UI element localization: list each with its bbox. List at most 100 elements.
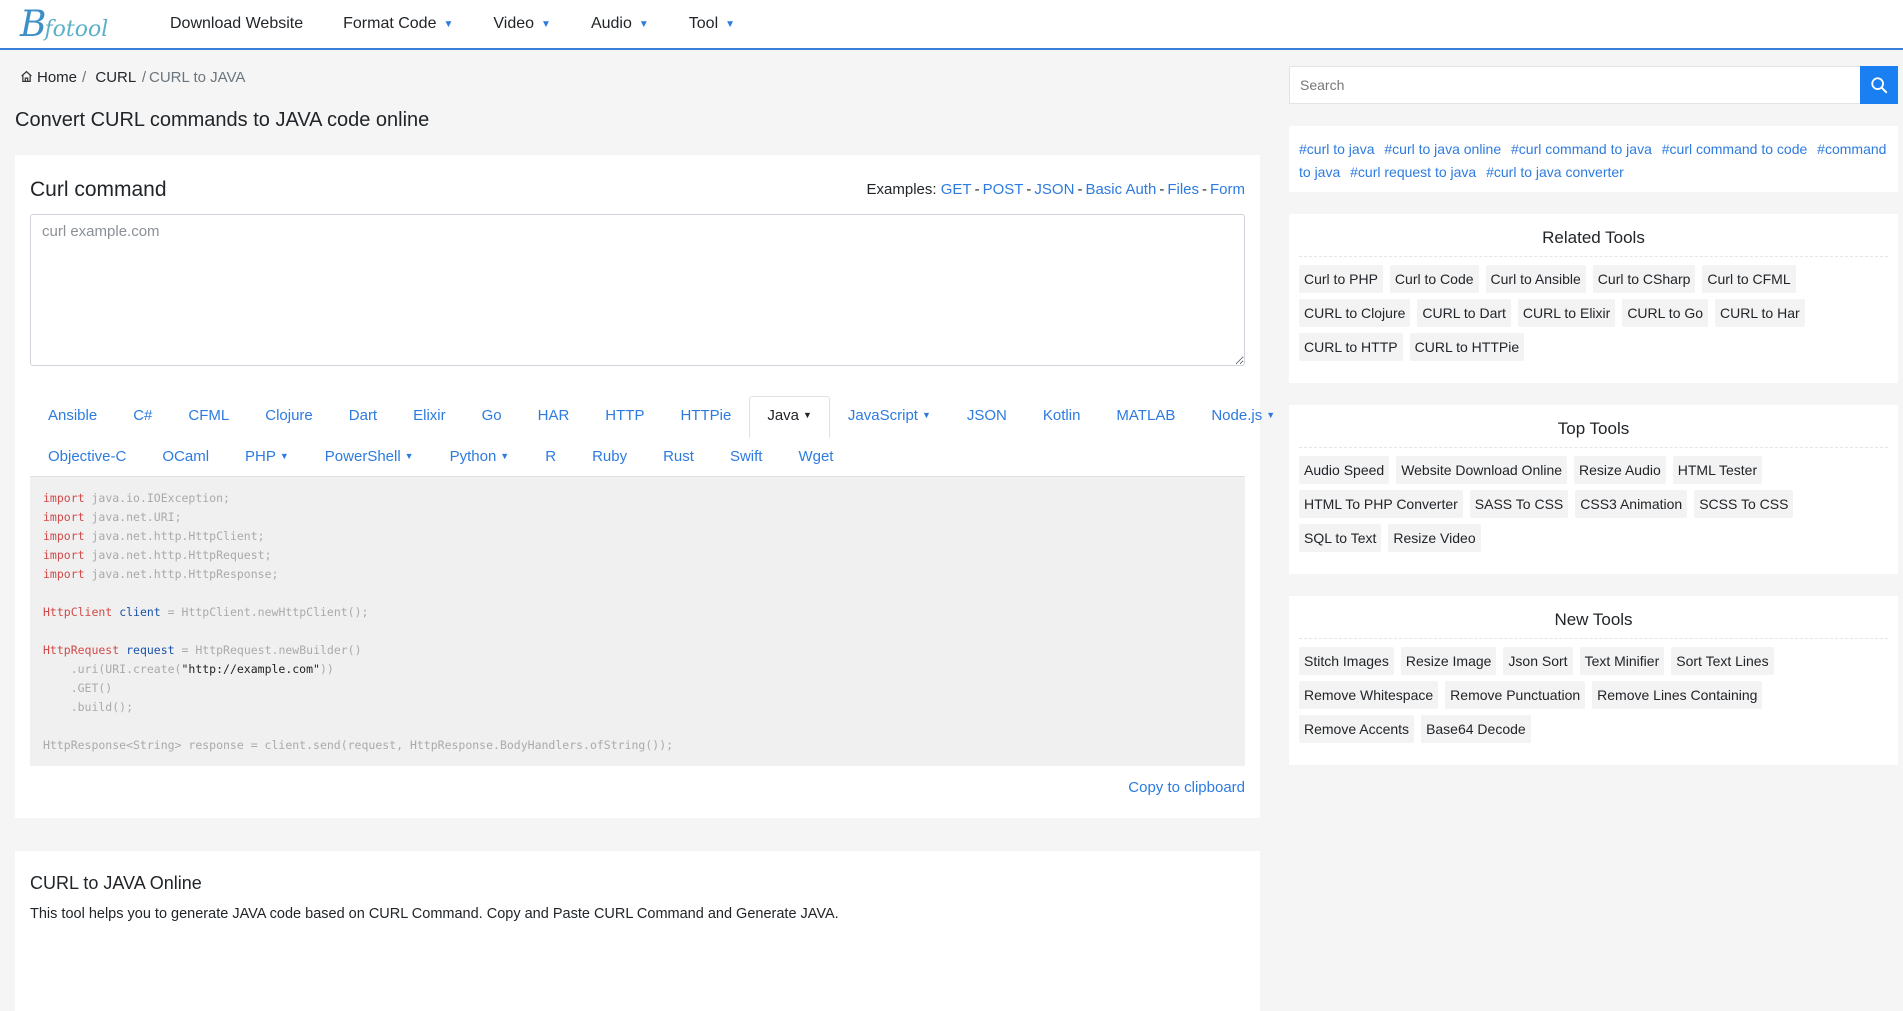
tag-link[interactable]: #curl to java converter bbox=[1486, 164, 1624, 180]
tool-chip-sass-to-css[interactable]: SASS To CSS bbox=[1469, 490, 1569, 518]
tab-python[interactable]: Python ▼ bbox=[432, 437, 528, 476]
tool-chip-curl-to-dart[interactable]: CURL to Dart bbox=[1417, 299, 1511, 327]
nav-item-tool[interactable]: Tool ▼ bbox=[689, 15, 735, 33]
tool-chip-remove-whitespace[interactable]: Remove Whitespace bbox=[1299, 681, 1439, 709]
nav-item-format-code[interactable]: Format Code ▼ bbox=[343, 15, 453, 33]
search-button[interactable] bbox=[1860, 66, 1898, 104]
tool-chip-curl-to-clojure[interactable]: CURL to Clojure bbox=[1299, 299, 1411, 327]
tab-objective-c[interactable]: Objective-C bbox=[30, 437, 144, 476]
tool-chip-resize-audio[interactable]: Resize Audio bbox=[1574, 456, 1666, 484]
tool-chip-json-sort[interactable]: Json Sort bbox=[1503, 647, 1573, 675]
examples-label: Examples: bbox=[866, 181, 937, 198]
tool-chip-css3-animation[interactable]: CSS3 Animation bbox=[1575, 490, 1688, 518]
tool-chip-curl-to-go[interactable]: CURL to Go bbox=[1622, 299, 1709, 327]
tool-chip-resize-video[interactable]: Resize Video bbox=[1388, 524, 1481, 552]
nav-item-audio[interactable]: Audio ▼ bbox=[591, 15, 649, 33]
tab-clojure[interactable]: Clojure bbox=[247, 396, 331, 437]
tab-ansible[interactable]: Ansible bbox=[30, 396, 115, 437]
tool-chip-curl-to-http[interactable]: CURL to HTTP bbox=[1299, 333, 1403, 361]
tab-cfml[interactable]: CFML bbox=[170, 396, 247, 437]
tab-label: Node.js bbox=[1211, 407, 1263, 424]
tab-elixir[interactable]: Elixir bbox=[395, 396, 464, 437]
tool-chip-sort-text-lines[interactable]: Sort Text Lines bbox=[1671, 647, 1774, 675]
breadcrumb-curl[interactable]: CURL bbox=[95, 69, 135, 86]
tag-link[interactable]: #curl command to code bbox=[1662, 141, 1808, 157]
tool-chip-curl-to-cfml[interactable]: Curl to CFML bbox=[1702, 265, 1796, 293]
tab-label: HTTP bbox=[605, 407, 645, 424]
search-input[interactable] bbox=[1289, 66, 1860, 104]
tool-chip-website-download-online[interactable]: Website Download Online bbox=[1396, 456, 1568, 484]
new-tools-title: New Tools bbox=[1299, 610, 1888, 639]
tab-har[interactable]: HAR bbox=[520, 396, 588, 437]
tab-javascript[interactable]: JavaScript ▼ bbox=[830, 396, 949, 437]
tab-label: Elixir bbox=[413, 407, 446, 424]
tab-r[interactable]: R bbox=[527, 437, 574, 476]
nav-menu: Download Website Format Code ▼ Video ▼ Audio ▼… bbox=[170, 15, 775, 33]
tag-link[interactable]: #curl to java bbox=[1299, 141, 1374, 157]
tab-go[interactable]: Go bbox=[464, 396, 520, 437]
tool-chip-remove-punctuation[interactable]: Remove Punctuation bbox=[1445, 681, 1586, 709]
tool-chip-resize-image[interactable]: Resize Image bbox=[1400, 647, 1497, 675]
generated-code-output[interactable]: import java.io.IOException; import java.n… bbox=[30, 477, 1245, 766]
tab-ocaml[interactable]: OCaml bbox=[144, 437, 227, 476]
tab-kotlin[interactable]: Kotlin bbox=[1025, 396, 1099, 437]
tool-chip-curl-to-php[interactable]: Curl to PHP bbox=[1299, 265, 1383, 293]
tab-rust[interactable]: Rust bbox=[645, 437, 712, 476]
tool-chip-remove-accents[interactable]: Remove Accents bbox=[1299, 715, 1415, 743]
code-token: import bbox=[43, 529, 85, 543]
tab-dart[interactable]: Dart bbox=[331, 396, 395, 437]
tool-chip-html-to-php-converter[interactable]: HTML To PHP Converter bbox=[1299, 490, 1463, 518]
copy-to-clipboard-link[interactable]: Copy to clipboard bbox=[1128, 779, 1245, 796]
tag-link[interactable]: #curl to java online bbox=[1384, 141, 1501, 157]
tool-chip-curl-to-ansible[interactable]: Curl to Ansible bbox=[1485, 265, 1586, 293]
examples-list: Examples: GET - POST - JSON - Basic Auth - Files… bbox=[867, 181, 1245, 202]
caret-down-icon: ▼ bbox=[541, 18, 551, 30]
tool-chip-base64-decode[interactable]: Base64 Decode bbox=[1421, 715, 1531, 743]
tab-http[interactable]: HTTP bbox=[587, 396, 662, 437]
tab-httpie[interactable]: HTTPie bbox=[662, 396, 749, 437]
site-logo[interactable]: Bfotool bbox=[20, 0, 140, 48]
example-files-link[interactable]: Files bbox=[1167, 181, 1199, 198]
tool-chip-sql-to-text[interactable]: SQL to Text bbox=[1299, 524, 1382, 552]
tool-chip-curl-to-csharp[interactable]: Curl to CSharp bbox=[1592, 265, 1696, 293]
tab-php[interactable]: PHP ▼ bbox=[227, 437, 307, 476]
tab-json[interactable]: JSON bbox=[949, 396, 1025, 437]
tag-link[interactable]: #curl request to java bbox=[1350, 164, 1476, 180]
tool-chip-stitch-images[interactable]: Stitch Images bbox=[1299, 647, 1394, 675]
tool-chip-audio-speed[interactable]: Audio Speed bbox=[1299, 456, 1390, 484]
example-get-link[interactable]: GET bbox=[941, 181, 972, 198]
tab-matlab[interactable]: MATLAB bbox=[1098, 396, 1193, 437]
tool-chip-text-minifier[interactable]: Text Minifier bbox=[1579, 647, 1665, 675]
curl-command-input[interactable] bbox=[30, 214, 1245, 366]
example-basic-auth-link[interactable]: Basic Auth bbox=[1085, 181, 1156, 198]
tab-wget[interactable]: Wget bbox=[780, 437, 851, 476]
sidebar: #curl to java #curl to java online #curl… bbox=[1289, 51, 1898, 765]
tab-swift[interactable]: Swift bbox=[712, 437, 781, 476]
caret-down-icon: ▼ bbox=[638, 18, 649, 30]
tab-ruby[interactable]: Ruby bbox=[574, 437, 645, 476]
tool-chip-html-tester[interactable]: HTML Tester bbox=[1672, 456, 1763, 484]
tool-chip-curl-to-har[interactable]: CURL to Har bbox=[1715, 299, 1805, 327]
code-token: HttpResponse<String> response = client.s… bbox=[43, 738, 674, 752]
tool-chip-scss-to-css[interactable]: SCSS To CSS bbox=[1694, 490, 1794, 518]
tool-chip-curl-to-httpie[interactable]: CURL to HTTPie bbox=[1409, 333, 1525, 361]
caret-down-icon: ▼ bbox=[443, 18, 454, 30]
code-token: client bbox=[119, 605, 161, 619]
tool-chip-curl-to-elixir[interactable]: CURL to Elixir bbox=[1517, 299, 1616, 327]
breadcrumb-home[interactable]: Home bbox=[37, 69, 77, 86]
nav-item-download-website[interactable]: Download Website bbox=[170, 15, 303, 33]
tool-chip-remove-lines-containing[interactable]: Remove Lines Containing bbox=[1592, 681, 1763, 709]
example-form-link[interactable]: Form bbox=[1210, 181, 1245, 198]
example-post-link[interactable]: POST bbox=[983, 181, 1024, 198]
tool-chip-curl-to-code[interactable]: Curl to Code bbox=[1389, 265, 1479, 293]
tag-link[interactable]: #curl command to java bbox=[1511, 141, 1652, 157]
tab-label: Ansible bbox=[48, 407, 98, 424]
tab-c[interactable]: C# bbox=[115, 396, 170, 437]
tab-powershell[interactable]: PowerShell ▼ bbox=[307, 437, 432, 476]
example-json-link[interactable]: JSON bbox=[1034, 181, 1074, 198]
nav-item-video[interactable]: Video ▼ bbox=[493, 15, 551, 33]
tab-node-js[interactable]: Node.js ▼ bbox=[1193, 396, 1293, 437]
code-line: HttpResponse<String> response = client.s… bbox=[43, 736, 1232, 755]
tab-java[interactable]: Java ▼ bbox=[749, 396, 830, 438]
